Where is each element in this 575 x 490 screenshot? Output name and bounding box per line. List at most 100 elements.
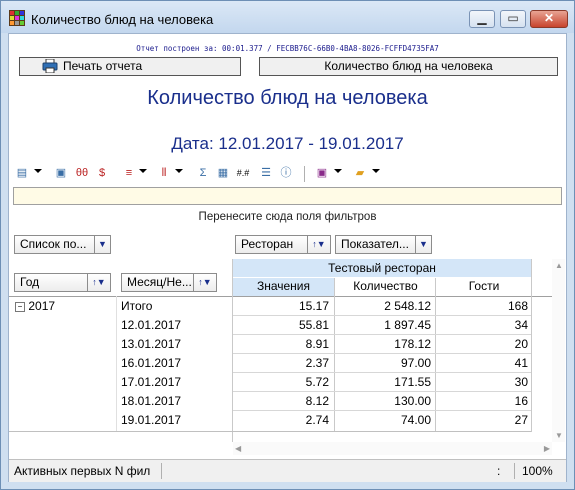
scroll-right-icon[interactable]: ▶ — [544, 444, 550, 453]
row-field-year[interactable]: Год ↑▼ — [14, 273, 111, 292]
report-name-button[interactable]: Количество блюд на человека — [259, 57, 558, 76]
layout-icon[interactable]: ▣ — [53, 165, 69, 181]
row-label: 19.01.2017 — [121, 413, 182, 427]
cell-value: 2 548.12 — [384, 299, 431, 313]
columns-icon[interactable]: ⦀ — [156, 165, 172, 181]
row-line — [233, 334, 531, 335]
vertical-scrollbar[interactable]: ▲ ▼ — [552, 259, 565, 442]
sort-filter-icon[interactable]: ↑▼ — [193, 274, 216, 291]
row-field-month[interactable]: Месяц/Не... ↑▼ — [121, 273, 217, 292]
cell-value: 30 — [514, 375, 528, 389]
column-group-label: Тестовый ресторан — [328, 261, 436, 275]
grid-divider — [531, 259, 532, 432]
hide-zeros-icon[interactable]: θθ — [74, 165, 90, 181]
text-icon[interactable]: ☰ — [258, 165, 274, 181]
currency-icon[interactable]: $ — [94, 165, 110, 181]
grid-bottom-line — [9, 431, 531, 432]
close-icon: ✕ — [543, 11, 555, 25]
cell-value: 41 — [514, 356, 528, 370]
scroll-up-icon[interactable]: ▲ — [555, 261, 563, 270]
rows-icon[interactable]: ≡ — [121, 165, 137, 181]
sort-filter-icon[interactable]: ↑▼ — [307, 236, 330, 253]
cell-value: 168 — [507, 299, 528, 313]
row-field-label: Месяц/Не... — [127, 275, 192, 289]
year-label: 2017 — [28, 299, 56, 313]
horizontal-scrollbar[interactable]: ◀ ▶ — [233, 442, 552, 455]
scroll-left-icon[interactable]: ◀ — [235, 444, 241, 453]
cell-value: 2.74 — [305, 413, 329, 427]
cell-value: 20 — [514, 337, 528, 351]
export-icon[interactable]: ▤ — [14, 165, 30, 181]
filter-drop-hint: Перенесите сюда поля фильтров — [198, 211, 377, 223]
status-colon: : — [497, 464, 501, 478]
app-icon — [9, 10, 25, 26]
row-header-divider — [116, 296, 117, 431]
row-label: 18.01.2017 — [121, 394, 182, 408]
cell-value: 8.12 — [305, 394, 329, 408]
format-icon[interactable]: #.# — [235, 165, 251, 181]
date-range: Дата: 12.01.2017 - 19.01.2017 — [171, 134, 404, 153]
cell-value: 97.00 — [400, 356, 431, 370]
cell-value: 130.00 — [394, 394, 431, 408]
cell-value: 8.91 — [305, 337, 329, 351]
cell-value: 55.81 — [298, 318, 329, 332]
cell-value: 74.00 — [400, 413, 431, 427]
cell-value: 1 897.45 — [384, 318, 431, 332]
columns-dropdown-icon[interactable] — [175, 169, 183, 173]
report-heading: Количество блюд на человека — [147, 87, 428, 109]
rows-dropdown-icon[interactable] — [139, 169, 147, 173]
print-report-button[interactable]: Печать отчета — [19, 57, 241, 76]
field-list-button[interactable]: Список по... ▼ — [14, 235, 111, 254]
open-dropdown-icon[interactable] — [372, 169, 380, 173]
cell-value: 34 — [514, 318, 528, 332]
printer-icon — [42, 59, 58, 73]
row-line — [233, 391, 531, 392]
close-button[interactable]: ✕ — [530, 10, 568, 28]
filter-funnel-icon[interactable]: ▼ — [415, 236, 431, 253]
zoom-level[interactable]: 100% — [522, 464, 553, 478]
cell-value: 27 — [514, 413, 528, 427]
grid-header-line — [9, 296, 552, 297]
cell-value: 15.17 — [298, 299, 329, 313]
report-window: Количество блюд на человека ▁ ▭ ✕ Отчет … — [0, 0, 575, 490]
row-label: 17.01.2017 — [121, 375, 182, 389]
maximize-button[interactable]: ▭ — [500, 10, 526, 28]
report-id: Отчет построен за: 00:01.377 / FECBB76C-… — [136, 44, 439, 53]
print-report-label: Печать отчета — [63, 59, 143, 73]
cell-value: 5.72 — [305, 375, 329, 389]
year-node[interactable]: − 2017 — [15, 299, 55, 313]
row-line — [233, 410, 531, 411]
status-separator — [514, 463, 515, 479]
minimize-button[interactable]: ▁ — [469, 10, 495, 28]
info-icon[interactable]: ⓘ — [278, 165, 294, 181]
collapse-icon[interactable]: − — [15, 302, 25, 312]
toolbar-separator — [304, 166, 305, 182]
save-icon[interactable]: ▣ — [314, 165, 330, 181]
chart-icon[interactable]: ▦ — [215, 165, 231, 181]
status-text: Активных первых N фил — [14, 464, 151, 478]
column-field-restaurant[interactable]: Ресторан ↑▼ — [235, 235, 331, 254]
row-label: 13.01.2017 — [121, 337, 182, 351]
row-label: 16.01.2017 — [121, 356, 182, 370]
title-bar[interactable]: Количество блюд на человека ▁ ▭ ✕ — [1, 1, 574, 33]
measure-header: Гости — [468, 279, 500, 293]
save-dropdown-icon[interactable] — [334, 169, 342, 173]
cell-value: 2.37 — [305, 356, 329, 370]
column-field-indicators[interactable]: Показател... ▼ — [335, 235, 432, 254]
chevron-down-icon[interactable]: ▼ — [94, 236, 110, 253]
scroll-down-icon[interactable]: ▼ — [555, 431, 563, 440]
sort-filter-icon[interactable]: ↑▼ — [87, 274, 110, 291]
measure-header: Значения — [256, 279, 311, 293]
column-field-label: Ресторан — [241, 237, 294, 251]
export-dropdown-icon[interactable] — [34, 169, 42, 173]
filter-bar[interactable] — [13, 187, 562, 205]
maximize-icon: ▭ — [507, 11, 519, 25]
row-line — [233, 353, 531, 354]
minimize-icon: ▁ — [477, 11, 487, 25]
cell-value: 16 — [514, 394, 528, 408]
row-line — [233, 315, 531, 316]
cell-value: 171.55 — [394, 375, 431, 389]
sum-icon[interactable]: Σ — [195, 165, 211, 181]
row-label: 12.01.2017 — [121, 318, 182, 332]
open-folder-icon[interactable]: ▰ — [352, 165, 368, 181]
